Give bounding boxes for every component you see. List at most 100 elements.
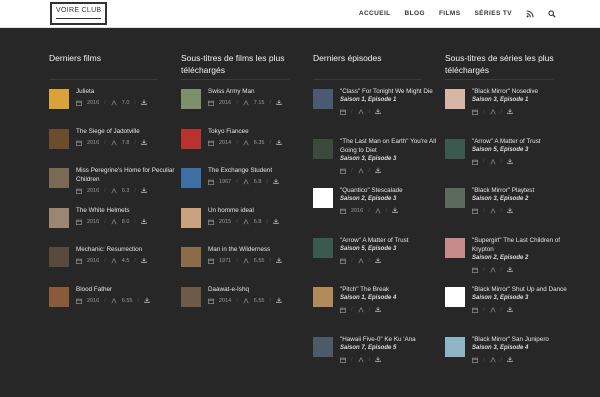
- list-item[interactable]: "Black Mirror" Nosedive Saison 3, Episode…: [445, 87, 577, 137]
- poster-thumbnail[interactable]: [49, 168, 69, 188]
- poster-thumbnail[interactable]: [445, 138, 465, 159]
- list-item[interactable]: "Black Mirror" San Junipero Saison 3, Epi…: [445, 335, 577, 385]
- item-title[interactable]: "Supergirl" The Last Children of Krypton: [472, 236, 577, 254]
- list-item[interactable]: "Quantico" Stescalade Saison 2, Episode 3…: [313, 186, 445, 236]
- poster-thumbnail[interactable]: [313, 237, 333, 258]
- poster-thumbnail[interactable]: [445, 336, 465, 357]
- download-icon[interactable]: [276, 99, 282, 105]
- download-icon[interactable]: [392, 207, 398, 213]
- poster-thumbnail[interactable]: [49, 286, 69, 307]
- item-title[interactable]: Un homme ideal: [208, 206, 313, 215]
- list-item[interactable]: "Arrow" A Matter of Trust Saison 5, Episo…: [313, 236, 445, 286]
- poster-thumbnail[interactable]: [313, 89, 333, 109]
- download-icon[interactable]: [144, 297, 150, 303]
- item-title[interactable]: "Arrow" A Matter of Trust: [340, 236, 445, 245]
- item-title[interactable]: "Arrow" A Matter of Trust: [472, 137, 577, 146]
- poster-thumbnail[interactable]: [313, 188, 333, 208]
- poster-thumbnail[interactable]: [49, 247, 69, 267]
- download-icon[interactable]: [273, 178, 279, 184]
- list-item[interactable]: "The Last Man on Earth" You're All Going…: [313, 137, 445, 187]
- list-item[interactable]: Un homme ideal 2015/6.8/: [181, 206, 313, 246]
- poster-thumbnail[interactable]: [49, 207, 69, 228]
- item-title[interactable]: "Pitch" The Break: [340, 285, 445, 294]
- item-title[interactable]: The Exchange Student: [208, 166, 313, 175]
- item-title[interactable]: Mechanic: Resurrection: [76, 245, 181, 254]
- download-icon[interactable]: [375, 356, 381, 362]
- download-icon[interactable]: [507, 158, 513, 164]
- list-item[interactable]: Man in the Wilderness 1971/6.55/: [181, 245, 313, 285]
- item-title[interactable]: "Black Mirror" Nosedive: [472, 87, 577, 96]
- item-title[interactable]: Man in the Wilderness: [208, 245, 313, 254]
- download-icon[interactable]: [375, 167, 381, 173]
- download-icon[interactable]: [141, 257, 147, 263]
- list-item[interactable]: "Arrow" A Matter of Trust Saison 5, Episo…: [445, 137, 577, 187]
- poster-thumbnail[interactable]: [313, 287, 333, 307]
- list-item[interactable]: "Supergirl" The Last Children of Krypton…: [445, 236, 577, 286]
- item-title[interactable]: "Quantico" Stescalade: [340, 186, 445, 195]
- poster-thumbnail[interactable]: [181, 168, 201, 188]
- rss-icon[interactable]: [526, 9, 534, 18]
- poster-thumbnail[interactable]: [445, 89, 465, 109]
- site-logo[interactable]: VOIRE CLUB: [50, 2, 108, 25]
- download-icon[interactable]: [273, 218, 279, 224]
- list-item[interactable]: The White Helmets 2016/8.0/: [49, 206, 181, 246]
- list-item[interactable]: The Exchange Student 1967/6.8/: [181, 166, 313, 206]
- item-title[interactable]: Tokyo Fiancee: [208, 127, 313, 136]
- download-icon[interactable]: [375, 306, 381, 312]
- list-item[interactable]: Mechanic: Resurrection 2016/4.5/: [49, 245, 181, 285]
- poster-thumbnail[interactable]: [181, 286, 201, 307]
- poster-thumbnail[interactable]: [181, 128, 201, 149]
- poster-thumbnail[interactable]: [313, 336, 333, 357]
- download-icon[interactable]: [507, 306, 513, 312]
- nav-accueil[interactable]: ACCUEIL: [359, 10, 391, 17]
- item-title[interactable]: "The Last Man on Earth" You're All Going…: [340, 137, 445, 155]
- list-item[interactable]: Daawat-e-Ishq 2014/6.55/: [181, 285, 313, 325]
- download-icon[interactable]: [141, 99, 147, 105]
- download-icon[interactable]: [141, 187, 147, 193]
- poster-thumbnail[interactable]: [49, 128, 69, 149]
- list-item[interactable]: "Class" For Tonight We Might Die Saison 1…: [313, 87, 445, 137]
- item-title[interactable]: "Black Mirror" San Junipero: [472, 335, 577, 344]
- list-item[interactable]: Blood Father 2016/6.55/: [49, 285, 181, 325]
- poster-thumbnail[interactable]: [445, 287, 465, 307]
- list-item[interactable]: Julieta 2016/7.0/: [49, 87, 181, 127]
- download-icon[interactable]: [276, 297, 282, 303]
- download-icon[interactable]: [375, 257, 381, 263]
- item-title[interactable]: Miss Peregrine's Home for Peculiar Child…: [76, 166, 181, 184]
- download-icon[interactable]: [141, 218, 147, 224]
- list-item[interactable]: Swiss Army Man 2016/7.15/: [181, 87, 313, 127]
- list-item[interactable]: "Black Mirror" Shut Up and Dance Saison 3…: [445, 285, 577, 335]
- poster-thumbnail[interactable]: [181, 247, 201, 267]
- list-item[interactable]: Miss Peregrine's Home for Peculiar Child…: [49, 166, 181, 206]
- list-item[interactable]: The Siege of Jadotville 2016/7.8/: [49, 127, 181, 167]
- download-icon[interactable]: [276, 257, 282, 263]
- poster-thumbnail[interactable]: [445, 188, 465, 208]
- poster-thumbnail[interactable]: [49, 89, 69, 109]
- nav-blog[interactable]: BLOG: [405, 10, 425, 17]
- download-icon[interactable]: [507, 207, 513, 213]
- download-icon[interactable]: [276, 139, 282, 145]
- download-icon[interactable]: [507, 266, 513, 272]
- download-icon[interactable]: [375, 108, 381, 114]
- poster-thumbnail[interactable]: [181, 89, 201, 109]
- item-title[interactable]: "Class" For Tonight We Might Die: [340, 87, 445, 96]
- item-title[interactable]: "Hawaii Five-0" Ke Ku 'Ana: [340, 335, 445, 344]
- poster-thumbnail[interactable]: [313, 138, 333, 159]
- list-item[interactable]: "Pitch" The Break Saison 1, Episode 4 //: [313, 285, 445, 335]
- item-title[interactable]: "Black Mirror" Shut Up and Dance: [472, 285, 577, 294]
- item-title[interactable]: Daawat-e-Ishq: [208, 285, 313, 294]
- item-title[interactable]: Swiss Army Man: [208, 87, 313, 96]
- item-title[interactable]: "Black Mirror" Playtest: [472, 186, 577, 195]
- download-icon[interactable]: [141, 139, 147, 145]
- list-item[interactable]: "Black Mirror" Playtest Saison 3, Episode…: [445, 186, 577, 236]
- list-item[interactable]: "Hawaii Five-0" Ke Ku 'Ana Saison 7, Epis…: [313, 335, 445, 385]
- item-title[interactable]: The White Helmets: [76, 206, 181, 215]
- poster-thumbnail[interactable]: [445, 237, 465, 258]
- item-title[interactable]: Julieta: [76, 87, 181, 96]
- search-icon[interactable]: [548, 9, 556, 18]
- list-item[interactable]: Tokyo Fiancee 2014/6.35/: [181, 127, 313, 167]
- nav-films[interactable]: FILMS: [439, 10, 461, 17]
- item-title[interactable]: Blood Father: [76, 285, 181, 294]
- poster-thumbnail[interactable]: [181, 207, 201, 228]
- download-icon[interactable]: [507, 356, 513, 362]
